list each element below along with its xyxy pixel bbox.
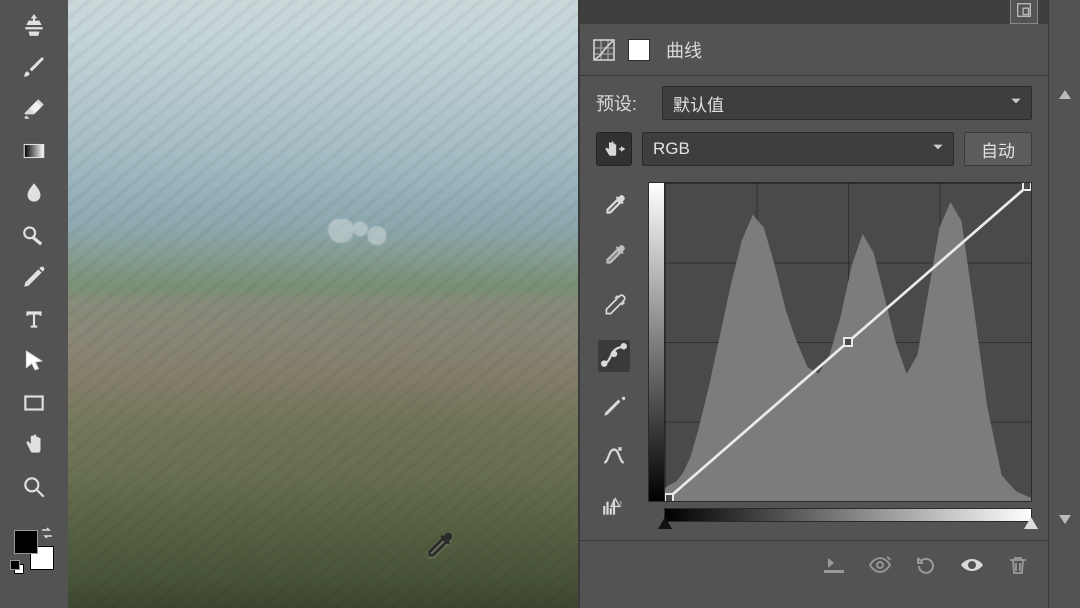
input-gradient-strip [664,508,1032,522]
smooth-curve-icon[interactable] [598,440,630,472]
panel-dock-icon[interactable] [1010,0,1038,24]
canvas-image [68,0,578,608]
channel-value: RGB [653,139,690,159]
adjustment-panel-footer [580,540,1048,588]
gradient-tool[interactable] [12,132,56,170]
adjustment-panel-group: 曲线 预设: 默认值 RGB [580,0,1080,608]
smudge-tool[interactable] [12,174,56,212]
draw-curve-pencil-icon[interactable] [598,390,630,422]
scroll-up-icon[interactable] [1059,90,1071,99]
curves-panel-header: 曲线 [580,24,1048,76]
chevron-down-icon [931,139,945,159]
white-point-eyedropper-icon[interactable] [598,290,630,322]
preset-select[interactable]: 默认值 [662,86,1032,120]
eraser-tool[interactable] [12,90,56,128]
zoom-tool[interactable] [12,468,56,506]
output-gradient-strip [649,183,665,501]
document-canvas[interactable] [68,0,578,608]
panel-title-text: 曲线 [666,37,702,63]
clip-to-layer-icon[interactable] [822,554,846,576]
brush-tool[interactable] [12,48,56,86]
curves-properties-panel: 曲线 预设: 默认值 RGB [580,0,1048,608]
panel-scroll-well [1048,0,1080,608]
edit-curve-points-icon[interactable] [598,340,630,372]
reset-adjustment-icon[interactable] [914,554,938,576]
white-input-slider[interactable] [1024,517,1038,529]
curves-graph[interactable] [648,182,1032,502]
delete-adjustment-icon[interactable] [1006,554,1030,576]
curve-point-shadow[interactable] [665,493,674,501]
black-point-eyedropper-icon[interactable] [598,190,630,222]
layer-mask-thumbnail[interactable] [628,39,650,61]
rectangle-tool[interactable] [12,384,56,422]
auto-button[interactable]: 自动 [964,132,1032,166]
hand-tool[interactable] [12,426,56,464]
curves-tool-strip: ! [596,182,632,522]
channel-select[interactable]: RGB [642,132,954,166]
targeted-adjustment-button[interactable] [596,132,632,166]
foreground-color-swatch[interactable] [14,530,38,554]
dodge-tool[interactable] [12,216,56,254]
auto-button-label: 自动 [981,137,1015,162]
pen-tool[interactable] [12,258,56,296]
preset-label: 预设: [596,90,652,116]
path-selection-tool[interactable] [12,342,56,380]
toggle-visibility-icon[interactable] [960,554,984,576]
curve-point-highlight[interactable] [1022,183,1031,191]
gray-point-eyedropper-icon[interactable] [598,240,630,272]
histogram-clip-warning-icon[interactable]: ! [598,490,630,522]
view-previous-state-icon[interactable] [868,554,892,576]
black-input-slider[interactable] [658,517,672,529]
scroll-down-icon[interactable] [1059,515,1071,524]
curve-point-mid[interactable] [843,337,853,347]
clone-stamp-tool[interactable] [12,6,56,44]
swap-colors-icon[interactable] [40,526,54,540]
default-colors-icon[interactable] [10,560,24,574]
tools-toolbar [0,0,68,608]
chevron-down-icon [1009,93,1023,113]
svg-text:!: ! [620,499,622,509]
curves-adjustment-icon [590,38,618,62]
type-tool[interactable] [12,300,56,338]
preset-value: 默认值 [673,91,724,116]
foreground-background-swatch[interactable] [14,530,54,570]
